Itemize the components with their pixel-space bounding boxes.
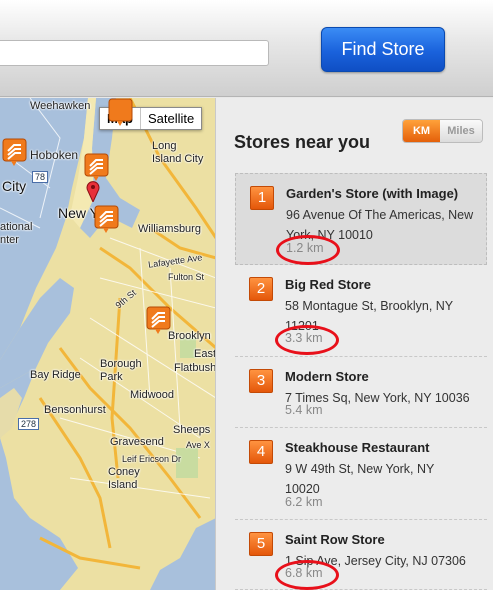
store-list-item[interactable]: 3 Modern Store 7 Times Sq, New York, NY …: [235, 357, 487, 428]
store-number-badge: 5: [249, 532, 273, 556]
map-label-ave-x: Ave X: [186, 440, 210, 450]
store-list-item[interactable]: 5 Saint Row Store 1 Sip Ave, Jersey City…: [235, 520, 487, 590]
store-address: 9 W 49th St, New York, NY 10020: [285, 462, 435, 496]
store-name: Garden's Store (with Image): [286, 186, 459, 201]
map-label-gravesend: Gravesend: [110, 436, 164, 448]
map-label-brooklyn: Brooklyn: [168, 330, 211, 342]
highway-shield-78: 78: [32, 171, 49, 183]
store-marker-icon[interactable]: [146, 306, 171, 334]
map-label-fulton: Fulton St: [168, 272, 205, 282]
stores-near-you-heading: Stores near you: [234, 132, 371, 152]
store-marker-icon[interactable]: [84, 153, 109, 181]
store-name: Big Red Store: [285, 277, 371, 292]
distance-highlight-circle: [275, 325, 339, 355]
highway-shield-278: 278: [18, 418, 40, 430]
map-label-weehawken: Weehawken: [30, 100, 91, 112]
map-label-city: City: [2, 178, 27, 194]
store-distance: 6.2 km: [285, 495, 323, 509]
location-pin-icon[interactable]: [86, 180, 100, 202]
store-marker-icon[interactable]: [2, 138, 27, 166]
map-label-ericson: Leif Ericson Dr: [122, 454, 182, 464]
store-name: Modern Store: [285, 369, 369, 384]
store-number-badge: 3: [249, 369, 273, 393]
store-list-item[interactable]: 2 Big Red Store 58 Montague St, Brooklyn…: [235, 265, 487, 357]
store-number-badge: 2: [249, 277, 273, 301]
distance-highlight-circle: [276, 235, 340, 265]
find-store-button[interactable]: Find Store: [321, 27, 445, 72]
distance-highlight-circle: [275, 560, 339, 590]
store-marker-icon[interactable]: [94, 205, 119, 233]
store-name: Saint Row Store: [285, 532, 385, 547]
map-label-borough-park: Borough Park: [100, 358, 142, 383]
store-distance: 5.4 km: [285, 403, 323, 417]
unit-miles-button[interactable]: Miles: [440, 120, 482, 142]
search-input[interactable]: [0, 40, 269, 66]
map-label-bensonhurst: Bensonhurst: [44, 404, 106, 416]
map-label-nter: nter: [0, 234, 19, 246]
map-label-flatbush: Flatbush: [174, 362, 216, 374]
store-list-item[interactable]: 1 Garden's Store (with Image) 96 Avenue …: [235, 173, 487, 265]
unit-toggle: KM Miles: [402, 119, 483, 143]
map-label-coney-island: Coney Island: [108, 466, 140, 491]
map-type-satellite-button[interactable]: Satellite: [141, 108, 201, 129]
store-list-item[interactable]: 4 Steakhouse Restaurant 9 W 49th St, New…: [235, 428, 487, 520]
store-number-badge: 1: [250, 186, 274, 210]
map-label-hoboken: Hoboken: [30, 148, 79, 162]
store-name: Steakhouse Restaurant: [285, 440, 430, 455]
map-label-national: ational: [0, 221, 33, 233]
header-bar: Find Store: [0, 0, 493, 97]
map-label-bay-ridge: Bay Ridge: [30, 369, 81, 381]
map-label-east: East: [194, 348, 216, 360]
map-view[interactable]: Map Satellite Weehawken Hoboken City ati…: [0, 98, 216, 590]
store-marker-icon[interactable]: [108, 98, 133, 126]
store-list-panel: Stores near you KM Miles 1 Garden's Stor…: [216, 98, 493, 590]
map-label-sheeps: Sheeps: [173, 424, 211, 436]
unit-km-button[interactable]: KM: [403, 120, 440, 142]
map-label-midwood: Midwood: [130, 389, 175, 401]
map-label-williamsburg: Williamsburg: [138, 223, 201, 235]
store-number-badge: 4: [249, 440, 273, 464]
map-label-long-island-city: Long Island City: [152, 140, 204, 165]
